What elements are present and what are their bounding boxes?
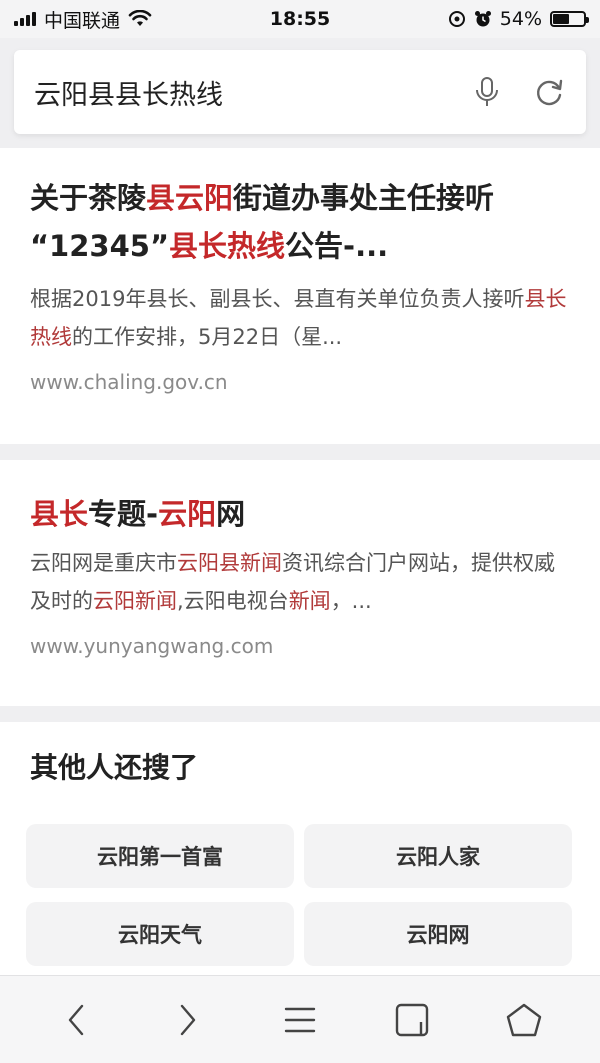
title-text: 专题- bbox=[88, 497, 159, 531]
search-input[interactable]: 云阳县县长热线 bbox=[34, 73, 470, 112]
forward-icon[interactable] bbox=[160, 992, 216, 1048]
alarm-icon bbox=[474, 11, 491, 27]
result-snippet: 根据2019年县长、副县长、县直有关单位负责人接听县长热线的工作安排，5月22日… bbox=[30, 280, 570, 356]
battery-icon bbox=[550, 11, 589, 27]
microphone-icon[interactable] bbox=[470, 75, 504, 109]
snippet-text: 的工作安排，5月22日（星... bbox=[72, 325, 343, 349]
result-title[interactable]: 关于茶陵县云阳街道办事处主任接听 “12345”县长热线公告-... bbox=[30, 174, 570, 270]
menu-icon[interactable] bbox=[272, 992, 328, 1048]
result-url[interactable]: www.yunyangwang.com bbox=[30, 634, 570, 658]
bottom-toolbar bbox=[0, 975, 600, 1063]
result-title[interactable]: 县长专题-云阳网 bbox=[30, 486, 570, 542]
result-url[interactable]: www.chaling.gov.cn bbox=[30, 370, 570, 394]
title-text: 关于茶陵 bbox=[30, 181, 147, 215]
snippet-highlight: 云阳县新闻 bbox=[177, 551, 282, 575]
search-actions bbox=[470, 75, 566, 109]
search-result-card[interactable]: 关于茶陵县云阳街道办事处主任接听 “12345”县长热线公告-... 根据2019… bbox=[0, 148, 600, 444]
refresh-icon[interactable] bbox=[532, 75, 566, 109]
title-text: “12345” bbox=[30, 229, 170, 263]
carrier-name: 中国联通 bbox=[44, 9, 121, 32]
search-bar[interactable]: 云阳县县长热线 bbox=[14, 50, 586, 134]
snippet-text: 云阳网是重庆市 bbox=[30, 551, 177, 575]
snippet-highlight: 新闻 bbox=[288, 589, 331, 613]
title-text: 网 bbox=[216, 497, 246, 531]
battery-fill bbox=[553, 14, 570, 24]
home-icon[interactable] bbox=[496, 992, 552, 1048]
related-chip[interactable]: 云阳第一首富 bbox=[26, 824, 294, 888]
related-chip[interactable]: 云阳天气 bbox=[26, 902, 294, 966]
title-highlight: 云阳 bbox=[158, 497, 217, 531]
related-chip[interactable]: 云阳人家 bbox=[304, 824, 572, 888]
title-highlight: 县长 bbox=[30, 497, 89, 531]
status-left: 中国联通 bbox=[14, 6, 448, 33]
result-snippet: 云阳网是重庆市云阳县新闻资讯综合门户网站，提供权威及时的云阳新闻,云阳电视台新闻… bbox=[30, 544, 570, 620]
orientation-lock-icon bbox=[448, 11, 465, 27]
snippet-text: 根据2019年县长、副县长、县直有关单位负责人接听 bbox=[30, 287, 525, 311]
snippet-highlight: 云阳新闻 bbox=[93, 589, 177, 613]
snippet-text: ,云阳电视台 bbox=[177, 589, 289, 613]
status-right: 54% bbox=[448, 8, 589, 30]
back-icon[interactable] bbox=[48, 992, 104, 1048]
status-bar: 中国联通 18:55 54% bbox=[0, 0, 600, 38]
related-chip[interactable]: 云阳网 bbox=[304, 902, 572, 966]
wifi-icon bbox=[128, 10, 152, 26]
title-text: 街道办事处主任接听 bbox=[233, 181, 495, 215]
battery-percent: 54% bbox=[499, 8, 542, 30]
signal-icon bbox=[14, 12, 36, 26]
related-grid: 云阳第一首富 云阳人家 云阳天气 云阳网 bbox=[26, 824, 574, 966]
title-highlight: 县长热线 bbox=[169, 229, 286, 263]
related-title: 其他人还搜了 bbox=[30, 751, 199, 784]
tabs-icon[interactable] bbox=[384, 992, 440, 1048]
related-searches: 其他人还搜了 云阳第一首富 云阳人家 云阳天气 云阳网 bbox=[0, 722, 600, 982]
search-result-card[interactable]: 县长专题-云阳网 云阳网是重庆市云阳县新闻资讯综合门户网站，提供权威及时的云阳新… bbox=[0, 460, 600, 706]
title-text: 公告-... bbox=[285, 229, 389, 263]
snippet-text: ，... bbox=[330, 589, 372, 613]
title-highlight: 县云阳 bbox=[146, 181, 234, 215]
